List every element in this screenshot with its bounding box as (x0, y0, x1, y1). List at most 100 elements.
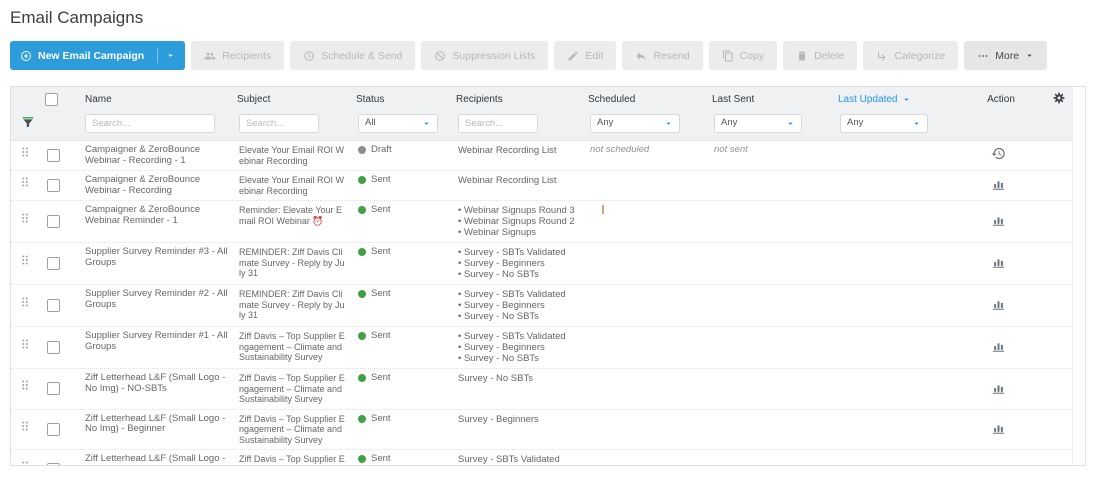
status-label: Sent (371, 454, 391, 465)
toolbar-button-more[interactable]: More (964, 41, 1047, 70)
drag-handle[interactable] (11, 337, 45, 359)
last-updated-filter-select[interactable]: Any (840, 114, 928, 133)
subject-cell: Elevate Your Email ROI Webinar Recording (237, 141, 356, 170)
last-updated-cell (838, 369, 958, 377)
table-row: Supplier Survey Reminder #2 - All Groups… (11, 285, 1085, 327)
row-gear-spacer (1044, 450, 1074, 458)
subject-cell: Ziff Davis – Top Supplier Engagement – C… (237, 450, 356, 466)
campaign-name-cell: Campaigner & ZeroBounce Webinar - Record… (77, 141, 237, 170)
ban-icon (434, 50, 446, 62)
scheduled-cell: not scheduled (588, 141, 712, 160)
recipient-list-item: • Webinar Signups Round 3 (458, 205, 580, 216)
drag-handle[interactable] (11, 295, 45, 317)
row-checkbox[interactable] (47, 463, 60, 466)
chart-icon (991, 461, 1006, 467)
status-dot (358, 248, 366, 256)
status-cell: Draft (356, 141, 456, 160)
subject-cell: Reminder: Elevate Your Email ROI Webinar… (237, 201, 356, 230)
select-all-checkbox[interactable] (45, 93, 58, 106)
filter-funnel-icon[interactable] (21, 115, 35, 129)
action-chart-button[interactable] (991, 380, 1006, 395)
action-chart-button[interactable] (991, 296, 1006, 311)
row-checkbox[interactable] (47, 382, 60, 395)
status-cell: Sent (356, 201, 456, 220)
recipients-cell: Webinar Recording List (456, 141, 588, 160)
caret-down-icon (912, 119, 921, 128)
sort-caret-down-icon (902, 95, 911, 104)
drag-handle[interactable] (11, 211, 45, 233)
recipients-cell: Survey - SBTs Validated (456, 450, 588, 466)
recipients-cell: • Survey - SBTs Validated• Survey - Begi… (456, 285, 588, 326)
column-header-subject[interactable]: Subject (237, 94, 356, 105)
campaign-name-cell: Ziff Letterhead L&F (Small Logo - No Img… (77, 369, 237, 398)
name-search-input[interactable] (85, 114, 215, 133)
row-checkbox[interactable] (47, 299, 60, 312)
column-header-last-sent[interactable]: Last Sent (712, 94, 838, 105)
action-chart-button[interactable] (991, 461, 1006, 467)
action-chart-button[interactable] (991, 420, 1006, 435)
row-checkbox[interactable] (47, 341, 60, 354)
drag-indicator-icon (18, 211, 32, 225)
drag-handle[interactable] (11, 378, 45, 400)
action-chart-button[interactable] (991, 212, 1006, 227)
subject-cell: Ziff Davis – Top Supplier Engagement – C… (237, 369, 356, 409)
new-email-campaign-button[interactable]: New Email Campaign (10, 41, 185, 70)
column-header-scheduled[interactable]: Scheduled (588, 94, 712, 105)
row-gear-spacer (1044, 141, 1074, 149)
column-header-action: Action (958, 94, 1044, 105)
status-filter-value: All (365, 118, 376, 129)
column-header-name[interactable]: Name (77, 94, 237, 105)
clock-icon (303, 50, 315, 62)
action-chart-button[interactable] (991, 254, 1006, 269)
pencil-icon (567, 50, 579, 62)
toolbar-button-schedule-send[interactable]: Schedule & Send (290, 41, 415, 70)
row-checkbox[interactable] (47, 257, 60, 270)
last-sent-filter-select[interactable]: Any (714, 114, 802, 133)
drag-handle[interactable] (11, 459, 45, 466)
gear-icon[interactable] (1052, 91, 1066, 105)
toolbar-button-label: Delete (814, 50, 844, 62)
recipients-cell: • Survey - SBTs Validated• Survey - Begi… (456, 243, 588, 284)
recipient-list-item: • Survey - Beginners (458, 342, 580, 353)
drag-handle[interactable] (11, 419, 45, 441)
recipients-cell: Survey - No SBTs (456, 369, 588, 388)
toolbar-button-suppression-lists[interactable]: Suppression Lists (421, 41, 548, 70)
toolbar-button-label: Schedule & Send (321, 50, 402, 62)
column-header-recipients[interactable]: Recipients (456, 94, 588, 105)
toolbar-button-edit[interactable]: Edit (554, 41, 616, 70)
drag-handle[interactable] (11, 253, 45, 275)
row-checkbox[interactable] (47, 179, 60, 192)
action-chart-button[interactable] (991, 338, 1006, 353)
action-history-button[interactable] (991, 146, 1006, 161)
page-title: Email Campaigns (10, 8, 1100, 28)
row-gear-spacer (1044, 410, 1074, 418)
column-header-status[interactable]: Status (356, 94, 456, 105)
last-updated-label: Last Updated (838, 94, 898, 105)
caret-down-icon[interactable] (166, 51, 175, 60)
recipient-list-item: • Survey - SBTs Validated (458, 331, 580, 342)
toolbar-button-categorize[interactable]: Categorize (863, 41, 958, 70)
status-cell: Sent (356, 450, 456, 466)
row-checkbox[interactable] (47, 423, 60, 436)
campaign-name-cell: Campaigner & ZeroBounce Webinar - Record… (77, 171, 237, 200)
drag-handle[interactable] (11, 175, 45, 197)
toolbar-button-label: Categorize (894, 50, 945, 62)
row-checkbox[interactable] (47, 215, 60, 228)
status-filter-select[interactable]: All (358, 114, 438, 133)
subject-search-input[interactable] (239, 114, 319, 133)
campaign-name-cell: Supplier Survey Reminder #3 - All Groups (77, 243, 237, 272)
toolbar-button-resend[interactable]: Resend (622, 41, 702, 70)
drag-indicator-icon (18, 175, 32, 189)
recipients-search-input[interactable] (458, 114, 538, 133)
scrollbar-track[interactable] (1072, 87, 1085, 465)
row-checkbox[interactable] (47, 149, 60, 162)
drag-handle[interactable] (11, 145, 45, 167)
toolbar-button-copy[interactable]: Copy (709, 41, 778, 70)
toolbar-button-recipients[interactable]: Recipients (191, 41, 284, 70)
column-header-last-updated[interactable]: Last Updated (838, 94, 958, 105)
toolbar-button-delete[interactable]: Delete (783, 41, 857, 70)
action-chart-button[interactable] (991, 176, 1006, 191)
last-sent-cell (712, 171, 838, 179)
scheduled-filter-select[interactable]: Any (590, 114, 680, 133)
scheduled-cell (588, 285, 712, 293)
